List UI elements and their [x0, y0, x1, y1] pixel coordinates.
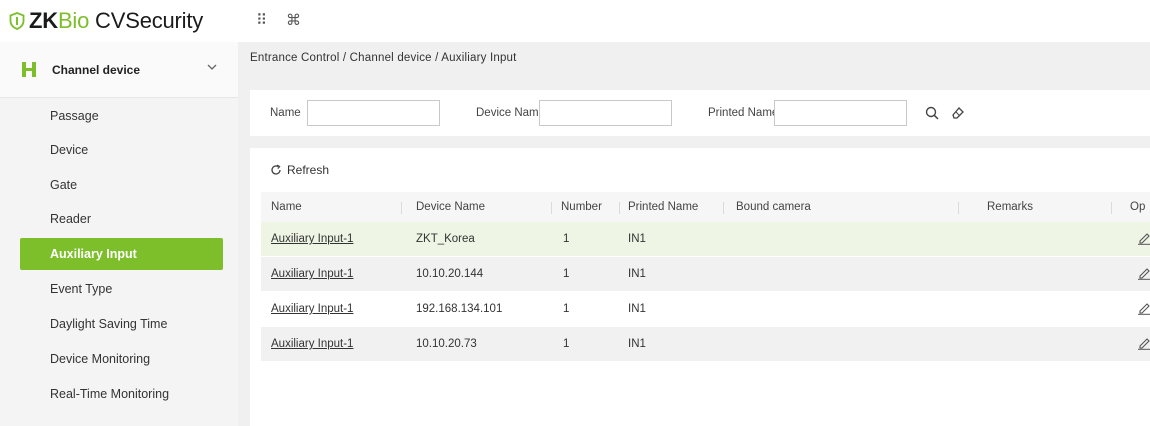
- table-row[interactable]: Auxiliary Input-1 10.10.20.144 1 IN1: [261, 257, 1150, 292]
- column-header-device-name[interactable]: Device Name: [416, 201, 485, 213]
- row-device-name: 192.168.134.101: [416, 303, 503, 315]
- sidebar: Channel device Passage Device Gate Reade…: [0, 42, 238, 426]
- sidebar-item-passage[interactable]: Passage: [20, 100, 223, 132]
- column-separator: [619, 202, 620, 214]
- row-name-link[interactable]: Auxiliary Input-1: [271, 233, 353, 245]
- edit-icon[interactable]: [1137, 231, 1150, 245]
- grid-dots-icon[interactable]: ⠿: [256, 13, 267, 29]
- refresh-label: Refresh: [287, 163, 330, 177]
- row-number: 1: [563, 268, 570, 280]
- row-printed-name: IN1: [628, 233, 646, 245]
- row-name-link[interactable]: Auxiliary Input-1: [271, 303, 353, 315]
- sidebar-item-daylight-saving-time[interactable]: Daylight Saving Time: [20, 308, 223, 340]
- logo-shield-icon: [8, 11, 26, 31]
- auxiliary-input-table: Name Device Name Number Printed Name Bou…: [261, 192, 1150, 362]
- row-name-link[interactable]: Auxiliary Input-1: [271, 268, 353, 280]
- row-name-link[interactable]: Auxiliary Input-1: [271, 338, 353, 350]
- row-device-name: ZKT_Korea: [416, 233, 475, 245]
- row-number: 1: [563, 233, 570, 245]
- edit-icon[interactable]: [1137, 301, 1150, 315]
- refresh-icon: [270, 164, 282, 176]
- column-header-printed-name[interactable]: Printed Name: [628, 201, 698, 213]
- eraser-clear-icon[interactable]: [947, 102, 969, 124]
- row-number: 1: [563, 303, 570, 315]
- row-number: 1: [563, 338, 570, 350]
- printed-name-filter-input[interactable]: [774, 100, 907, 126]
- command-icon[interactable]: ⌘: [286, 13, 301, 29]
- row-printed-name: IN1: [628, 303, 646, 315]
- column-separator: [1111, 202, 1112, 214]
- refresh-button[interactable]: Refresh: [270, 163, 329, 177]
- search-icon[interactable]: [921, 102, 943, 124]
- sidebar-item-auxiliary-input[interactable]: Auxiliary Input: [20, 238, 223, 270]
- column-header-remarks[interactable]: Remarks: [987, 201, 1033, 213]
- name-filter-input[interactable]: [307, 100, 440, 126]
- chevron-down-icon[interactable]: [207, 62, 217, 74]
- row-device-name: 10.10.20.144: [416, 268, 484, 280]
- main-content: Entrance Control / Channel device / Auxi…: [238, 42, 1150, 426]
- column-separator: [401, 202, 402, 214]
- logo-cvsecurity: CVSecurity: [89, 8, 204, 33]
- column-separator: [723, 202, 724, 214]
- column-header-number[interactable]: Number: [561, 201, 602, 213]
- column-header-op: Op: [1130, 201, 1146, 213]
- grid-panel: Refresh Name Device Name Number Printed …: [250, 148, 1150, 426]
- sidebar-item-gate[interactable]: Gate: [20, 169, 223, 201]
- device-name-filter-label: Device Name: [476, 107, 546, 119]
- table-row[interactable]: Auxiliary Input-1 10.10.20.73 1 IN1: [261, 327, 1150, 362]
- channel-device-icon: [22, 62, 36, 77]
- filter-panel: Name Device Name Printed Name: [250, 90, 1150, 136]
- printed-name-filter-label: Printed Name: [708, 107, 779, 119]
- sidebar-item-device-monitoring[interactable]: Device Monitoring: [20, 343, 223, 375]
- device-name-filter-input[interactable]: [539, 100, 672, 126]
- column-separator: [958, 202, 959, 214]
- sidebar-item-event-type[interactable]: Event Type: [20, 273, 223, 305]
- table-header: Name Device Name Number Printed Name Bou…: [261, 192, 1150, 222]
- row-printed-name: IN1: [628, 338, 646, 350]
- name-filter-label: Name: [270, 107, 301, 119]
- sidebar-item-device[interactable]: Device: [20, 134, 223, 166]
- module-menu-header[interactable]: Channel device: [0, 42, 238, 98]
- column-header-bound-camera[interactable]: Bound camera: [736, 201, 811, 213]
- breadcrumb: Entrance Control / Channel device / Auxi…: [250, 52, 517, 64]
- module-label: Channel device: [52, 62, 141, 77]
- table-row[interactable]: Auxiliary Input-1 ZKT_Korea 1 IN1: [261, 222, 1150, 257]
- table-row[interactable]: Auxiliary Input-1 192.168.134.101 1 IN1: [261, 292, 1150, 327]
- row-device-name: 10.10.20.73: [416, 338, 477, 350]
- logo-text: ZKBio CVSecurity: [29, 8, 203, 34]
- edit-icon[interactable]: [1137, 266, 1150, 280]
- top-bar: ZKBio CVSecurity ⠿ ⌘: [0, 0, 1150, 42]
- sidebar-item-real-time-monitoring[interactable]: Real-Time Monitoring: [20, 378, 223, 410]
- sidebar-item-reader[interactable]: Reader: [20, 203, 223, 235]
- logo-zk: ZK: [29, 8, 58, 33]
- column-separator: [551, 202, 552, 214]
- row-printed-name: IN1: [628, 268, 646, 280]
- edit-icon[interactable]: [1137, 336, 1150, 350]
- logo-bio: Bio: [57, 8, 90, 33]
- column-header-name[interactable]: Name: [271, 201, 302, 213]
- app-logo[interactable]: ZKBio CVSecurity: [8, 6, 203, 36]
